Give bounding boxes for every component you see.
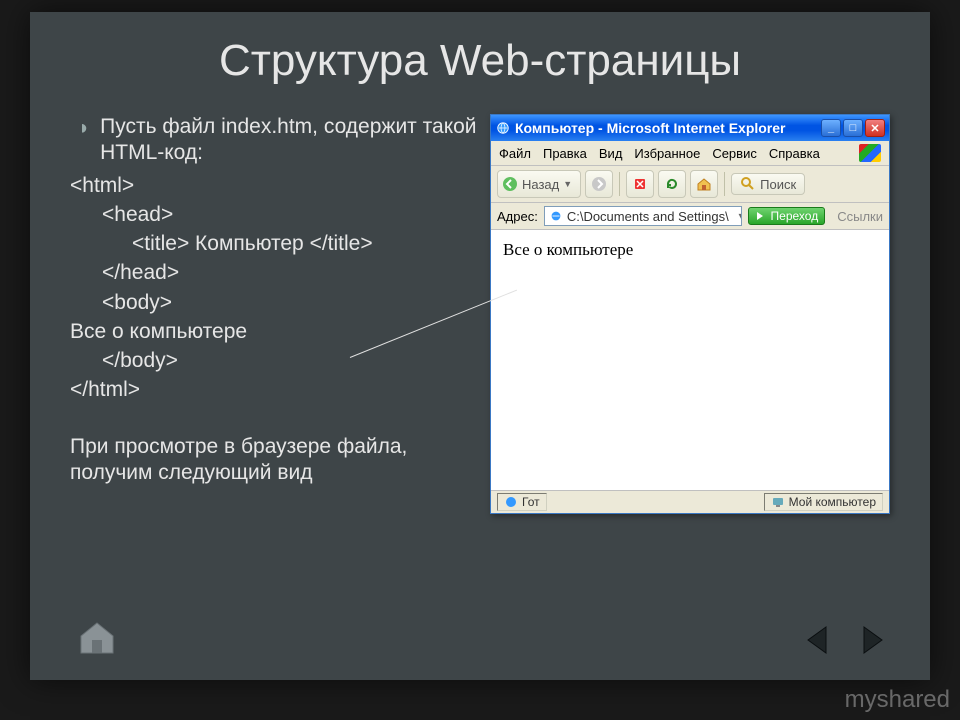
- menu-bar: Файл Правка Вид Избранное Сервис Справка: [491, 141, 889, 166]
- code-line-2: <head>: [102, 202, 480, 228]
- address-input[interactable]: C:\Documents and Settings\ ▼: [544, 206, 742, 226]
- menu-view[interactable]: Вид: [599, 146, 623, 161]
- bullet-text: Пусть файл index.htm, содержит такой HTM…: [100, 114, 480, 167]
- ie-icon: [504, 495, 518, 509]
- toolbar: Назад ▼: [491, 166, 889, 203]
- menu-edit[interactable]: Правка: [543, 146, 587, 161]
- window-controls: _ □ ✕: [821, 119, 885, 137]
- code-line-4: </head>: [102, 260, 480, 286]
- code-line-5: <body>: [102, 290, 480, 316]
- go-button[interactable]: Переход: [748, 207, 826, 225]
- bullet-item: ◗ Пусть файл index.htm, содержит такой H…: [78, 114, 480, 167]
- status-zone: Мой компьютер: [764, 493, 883, 511]
- address-bar: Адрес: C:\Documents and Settings\ ▼ Пере…: [491, 203, 889, 230]
- windows-flag-icon: [859, 144, 881, 162]
- status-ready: Гот: [497, 493, 547, 511]
- note-text: При просмотре в браузере файла, получим …: [70, 434, 480, 487]
- stop-button[interactable]: [626, 170, 654, 198]
- search-button[interactable]: Поиск: [731, 173, 805, 195]
- code-line-8: </html>: [70, 377, 480, 403]
- menu-file[interactable]: Файл: [499, 146, 531, 161]
- window-title: Компьютер - Microsoft Internet Explorer: [515, 120, 821, 136]
- ie-icon: [495, 120, 511, 136]
- nav-home-button[interactable]: [76, 620, 118, 656]
- browser-mock: Компьютер - Microsoft Internet Explorer …: [490, 114, 890, 514]
- code-line-3: <title> Компьютер </title>: [132, 231, 480, 257]
- nav-next-button[interactable]: [852, 622, 894, 658]
- slide-title: Структура Web-страницы: [70, 36, 890, 86]
- links-label[interactable]: Ссылки: [831, 209, 883, 224]
- code-line-6: Все о компьютере: [70, 319, 480, 345]
- address-value: C:\Documents and Settings\: [567, 209, 729, 224]
- chevron-down-icon[interactable]: ▼: [737, 211, 742, 221]
- page-content: Все о компьютере: [503, 240, 633, 259]
- nav-prev-button[interactable]: [796, 622, 838, 658]
- code-line-1: <html>: [70, 173, 480, 199]
- forward-button[interactable]: [585, 170, 613, 198]
- status-bar: Гот Мой компьютер: [491, 490, 889, 513]
- search-label: Поиск: [760, 177, 796, 192]
- menu-favorites[interactable]: Избранное: [634, 146, 700, 161]
- bullet-icon: ◗: [78, 116, 90, 141]
- nav-buttons: [796, 622, 894, 658]
- content-row: ◗ Пусть файл index.htm, содержит такой H…: [70, 114, 890, 514]
- address-label: Адрес:: [497, 209, 538, 224]
- back-label: Назад: [522, 177, 559, 192]
- watermark: myshared: [845, 686, 950, 714]
- menu-help[interactable]: Справка: [769, 146, 820, 161]
- ie-window: Компьютер - Microsoft Internet Explorer …: [490, 114, 890, 514]
- left-column: ◗ Пусть файл index.htm, содержит такой H…: [70, 114, 480, 514]
- back-button[interactable]: Назад ▼: [497, 170, 581, 198]
- home-button[interactable]: [690, 170, 718, 198]
- go-label: Переход: [771, 209, 819, 223]
- close-button[interactable]: ✕: [865, 119, 885, 137]
- ie-page-icon: [549, 209, 563, 223]
- slide: Структура Web-страницы ◗ Пусть файл inde…: [30, 12, 930, 680]
- code-line-7: </body>: [102, 348, 480, 374]
- maximize-button[interactable]: □: [843, 119, 863, 137]
- titlebar: Компьютер - Microsoft Internet Explorer …: [491, 115, 889, 141]
- computer-icon: [771, 495, 785, 509]
- minimize-button[interactable]: _: [821, 119, 841, 137]
- chevron-down-icon: ▼: [563, 179, 572, 189]
- browser-viewport: Все о компьютере: [491, 230, 889, 490]
- menu-tools[interactable]: Сервис: [712, 146, 757, 161]
- refresh-button[interactable]: [658, 170, 686, 198]
